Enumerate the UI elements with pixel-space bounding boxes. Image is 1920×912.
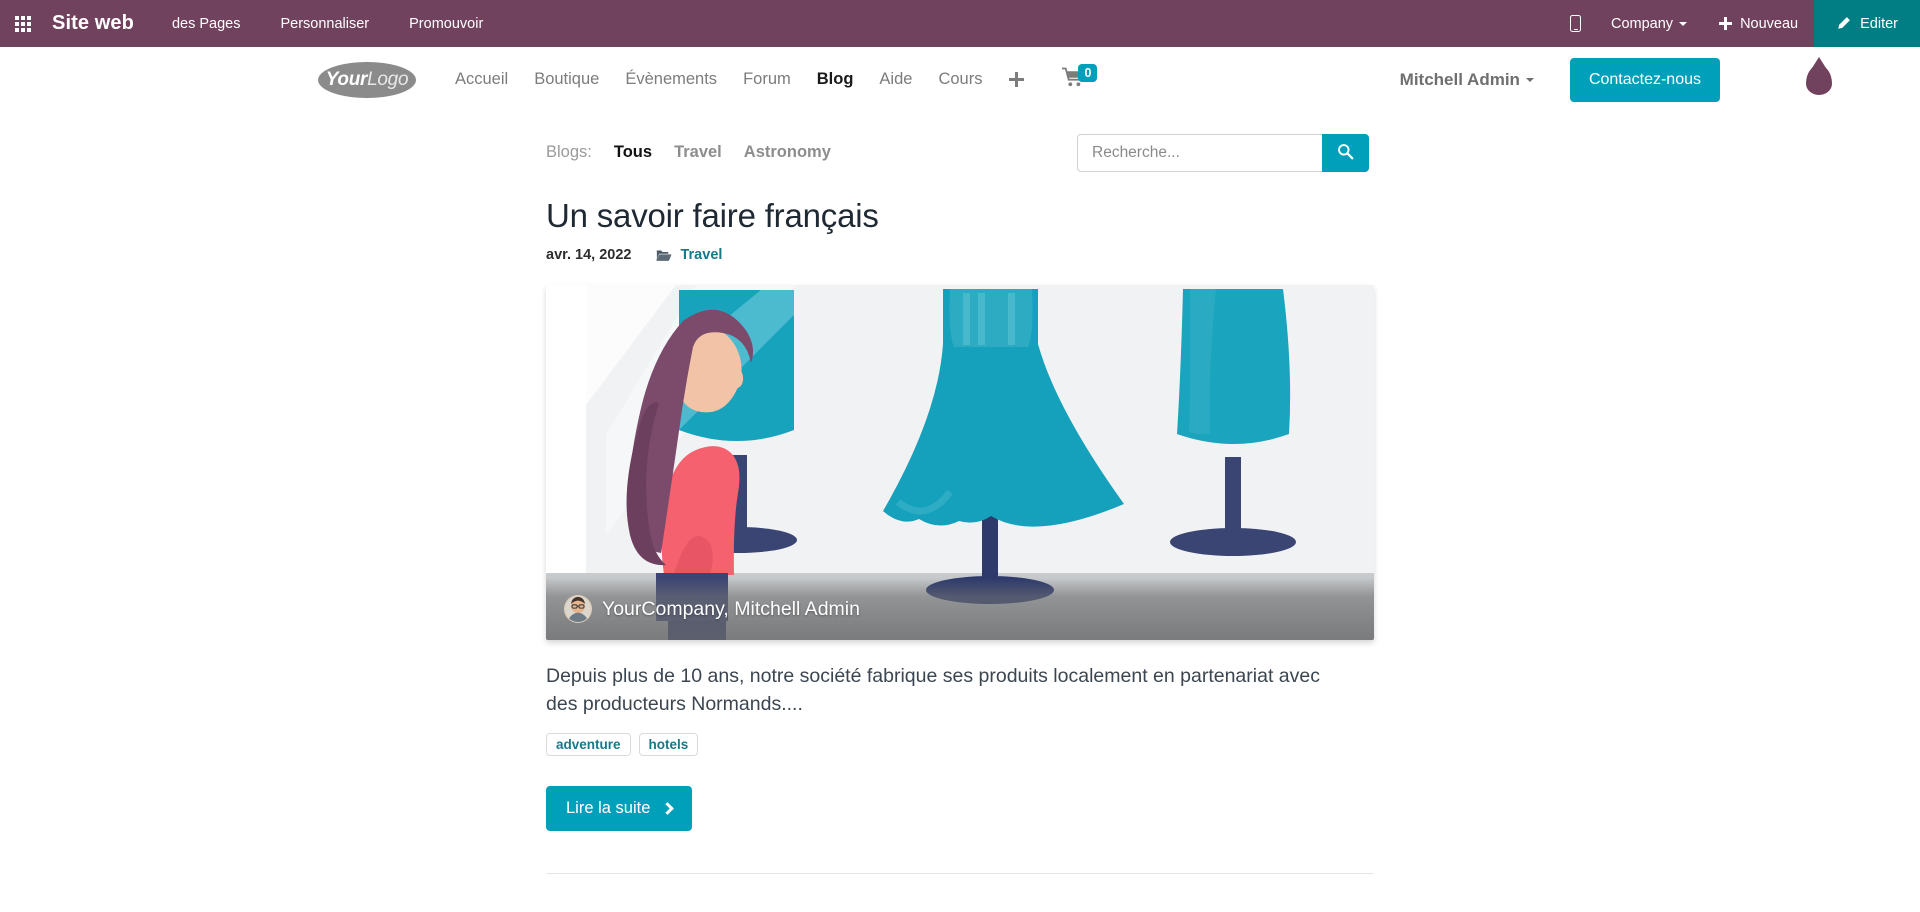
nav-item-forum[interactable]: Forum: [730, 70, 804, 89]
header-right: Mitchell Admin Contactez-nous: [1400, 58, 1920, 102]
post-title[interactable]: Un savoir faire français: [546, 197, 1374, 235]
main-navigation: Accueil Boutique Évènements Forum Blog A…: [442, 67, 1097, 92]
mobile-preview-icon: [1570, 15, 1581, 32]
systray-right: Company Nouveau Editer: [1556, 0, 1920, 47]
droplet-shape: [1806, 65, 1832, 95]
cover-caption-text: YourCompany, Mitchell Admin: [602, 598, 860, 621]
nav-item-boutique[interactable]: Boutique: [521, 70, 612, 89]
cart-count-badge: 0: [1078, 64, 1097, 82]
section-divider: [546, 873, 1374, 874]
post-cover-image[interactable]: YourCompany, Mitchell Admin: [546, 285, 1374, 640]
grid-apps-icon: [15, 16, 31, 32]
odoo-systray: Site web des Pages Personnaliser Promouv…: [0, 0, 1920, 47]
post-tag-adventure[interactable]: adventure: [546, 733, 631, 756]
mobile-preview-button[interactable]: [1556, 0, 1595, 47]
search-button[interactable]: [1322, 134, 1369, 172]
pencil-icon: [1836, 16, 1851, 31]
cover-caption: YourCompany, Mitchell Admin: [546, 578, 1374, 640]
nav-item-cours[interactable]: Cours: [925, 70, 995, 89]
edit-button-label: Editer: [1860, 16, 1898, 32]
blog-category-tous[interactable]: Tous: [614, 143, 652, 162]
blog-search: [1077, 134, 1369, 172]
cart-button[interactable]: 0: [1062, 67, 1097, 92]
nav-item-accueil[interactable]: Accueil: [442, 70, 521, 89]
post-meta: avr. 14, 2022 Travel: [546, 247, 1374, 263]
chevron-down-icon: [1679, 22, 1687, 26]
user-menu-label: Mitchell Admin: [1400, 70, 1520, 90]
systray-menu-personnaliser[interactable]: Personnaliser: [260, 0, 389, 47]
search-input[interactable]: [1077, 134, 1322, 172]
post-excerpt: Depuis plus de 10 ans, notre société fab…: [546, 662, 1346, 719]
read-more-button[interactable]: Lire la suite: [546, 786, 692, 831]
nav-item-aide[interactable]: Aide: [866, 70, 925, 89]
app-title[interactable]: Site web: [46, 0, 152, 47]
new-button[interactable]: Nouveau: [1703, 0, 1814, 47]
systray-menu-promouvoir[interactable]: Promouvoir: [389, 0, 503, 47]
folder-open-icon: [656, 249, 672, 262]
post-tags: adventure hotels: [546, 733, 1374, 756]
edit-button[interactable]: Editer: [1814, 0, 1920, 47]
new-button-label: Nouveau: [1740, 16, 1798, 32]
add-page-button[interactable]: [995, 72, 1038, 87]
post-category-label: Travel: [680, 247, 722, 263]
nav-item-blog[interactable]: Blog: [804, 70, 867, 89]
blogs-label: Blogs:: [546, 143, 592, 162]
user-menu[interactable]: Mitchell Admin: [1400, 70, 1534, 90]
site-logo[interactable]: YourLogo: [318, 62, 416, 98]
chevron-down-icon: [1526, 78, 1534, 82]
company-switcher[interactable]: Company: [1595, 0, 1703, 47]
nav-item-evenements[interactable]: Évènements: [612, 70, 730, 89]
plus-icon: [1719, 17, 1732, 30]
logo-text: YourLogo: [318, 62, 416, 98]
company-name: Company: [1611, 16, 1673, 32]
logo-text-secondary: Logo: [367, 69, 408, 91]
chevron-right-icon: [662, 802, 675, 815]
blog-category-travel[interactable]: Travel: [674, 143, 722, 162]
website-header: YourLogo Accueil Boutique Évènements For…: [0, 47, 1920, 113]
systray-menu-pages[interactable]: des Pages: [152, 0, 261, 47]
blog-post-card: Un savoir faire français avr. 14, 2022 T…: [546, 175, 1374, 831]
systray-left: Site web des Pages Personnaliser Promouv…: [0, 0, 503, 47]
search-icon: [1337, 143, 1354, 163]
apps-menu-button[interactable]: [0, 0, 46, 47]
logo-text-primary: Your: [326, 69, 367, 91]
contact-us-button[interactable]: Contactez-nous: [1570, 58, 1720, 102]
blog-filter-bar: Blogs: Tous Travel Astronomy: [0, 113, 1920, 175]
user-avatar: [564, 595, 592, 623]
post-category-link[interactable]: Travel: [656, 247, 722, 263]
post-date: avr. 14, 2022: [546, 247, 631, 263]
blog-category-astronomy[interactable]: Astronomy: [744, 143, 831, 162]
post-tag-hotels[interactable]: hotels: [639, 733, 699, 756]
plus-icon: [1009, 72, 1024, 87]
read-more-label: Lire la suite: [566, 799, 650, 818]
